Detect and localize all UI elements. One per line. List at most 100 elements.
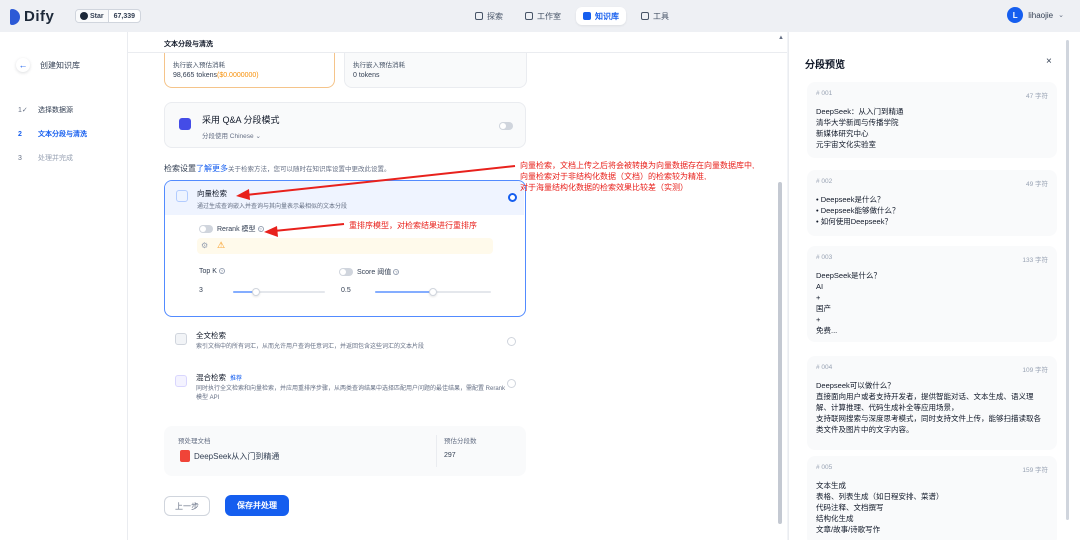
left-sidebar: ← 创建知识库 1✓ 选择数据源 2 文本分段与清洗 3 处理并完成	[0, 32, 128, 540]
hybrid-icon	[175, 375, 187, 387]
qa-icon	[179, 118, 191, 130]
segment-card: # 003 133 字符 DeepSeek是什么？ AI + 国产 + 免费...	[807, 246, 1057, 342]
step-item: 3 处理并完成	[18, 146, 87, 170]
segment-id: # 003	[816, 254, 833, 261]
nav-tools-label: 工具	[653, 11, 669, 21]
segment-chars: 109 字符	[1022, 367, 1048, 374]
github-icon	[80, 12, 88, 20]
main-nav: 探索 工作室 知识库 工具	[468, 7, 676, 25]
segment-text: DeepSeek：从入门到精通 清华大学新闻与传播学院 新媒体研究中心 元宇宙文…	[816, 107, 904, 149]
segment-count: 297	[444, 452, 456, 459]
qa-language-select[interactable]: 分段使用 Chinese ⌄	[202, 130, 261, 140]
close-icon[interactable]: ×	[1046, 56, 1052, 67]
user-name: lihaojie	[1028, 10, 1054, 20]
nav-studio-label: 工作室	[537, 11, 561, 21]
warning-icon: ⚠	[217, 240, 226, 250]
estimate-label: 执行嵌入预估消耗	[353, 62, 405, 69]
score-value[interactable]: 0.5	[341, 287, 351, 294]
avatar: L	[1007, 7, 1024, 23]
hybrid-search-option[interactable]: 混合检索 推荐 同时执行全文检索和向量检索，并应用重排序步骤，从两类查询结果中选择…	[164, 365, 526, 407]
hybrid-description: 同时执行全文检索和向量检索，并应用重排序步骤，从两类查询结果中选择匹配用户问题的…	[196, 386, 506, 401]
topk-slider[interactable]	[233, 288, 325, 296]
step-label: 文本分段与清洗	[38, 131, 87, 138]
segment-chars: 133 字符	[1022, 257, 1048, 264]
fulltext-icon	[175, 333, 187, 345]
score-slider[interactable]	[375, 288, 491, 296]
estimate-label: 执行嵌入预估消耗	[173, 62, 225, 69]
vector-description: 通过生成查询嵌入并查询与其向量表示最相似的文本分段	[197, 204, 348, 210]
step-list: 1✓ 选择数据源 2 文本分段与清洗 3 处理并完成	[18, 98, 87, 170]
nav-tools[interactable]: 工具	[634, 7, 676, 25]
retrieval-settings-heading: 检索设置了解更多关于检索方法，您可以随时在知识库设置中更改此设置。	[164, 164, 391, 173]
gear-icon: ⚙	[201, 241, 209, 250]
rerank-toggle[interactable]	[199, 225, 213, 233]
learn-more-link[interactable]: 了解更多	[196, 164, 228, 173]
hybrid-radio[interactable]	[507, 379, 516, 388]
github-star-button[interactable]: Star 67,339	[75, 9, 142, 23]
save-process-button[interactable]: 保存并处理	[225, 495, 289, 516]
preview-scrollbar[interactable]	[1066, 40, 1069, 520]
topk-value[interactable]: 3	[199, 287, 203, 294]
segment-id: # 005	[816, 464, 833, 471]
back-label: 创建知识库	[40, 60, 80, 70]
vector-search-option[interactable]: 向量检索 通过生成查询嵌入并查询与其向量表示最相似的文本分段 Rerank 模型…	[164, 180, 526, 317]
step-item: 1✓ 选择数据源	[18, 98, 87, 122]
nav-studio[interactable]: 工作室	[518, 7, 568, 25]
fulltext-search-option[interactable]: 全文检索 索引文档中的所有词汇，从而允许用户查询任意词汇，并返回包含这些词汇的文…	[164, 323, 526, 361]
segment-meta: # 003 133 字符	[816, 254, 1048, 264]
pdf-icon	[180, 450, 190, 462]
segment-meta: # 005 159 字符	[816, 464, 1048, 474]
recommended-badge: 推荐	[230, 376, 243, 382]
vector-annotation-line: 向量检索，文档上传之后将会被转换为向量数据存在向量数据库中,	[520, 161, 755, 170]
help-icon: ?	[218, 268, 225, 275]
score-threshold-label: Score 阈值?	[357, 269, 400, 276]
studio-icon	[525, 12, 533, 20]
prev-button[interactable]: 上一步	[164, 496, 210, 516]
fulltext-radio[interactable]	[507, 337, 516, 346]
topk-slider-thumb[interactable]	[252, 288, 260, 296]
rerank-warning: ⚙ ⚠	[197, 238, 493, 254]
qa-toggle[interactable]	[499, 122, 513, 130]
scroll-up-icon[interactable]: ▲	[778, 35, 784, 41]
score-slider-fill	[375, 291, 433, 293]
toolbox-icon	[641, 12, 649, 20]
chevron-down-icon: ⌄	[1058, 12, 1064, 19]
nav-explore[interactable]: 探索	[468, 7, 510, 25]
embedding-estimate-card-alt: 执行嵌入预估消耗 0 tokens	[344, 53, 527, 88]
main-content: 文本分段与清洗 ▲ 执行嵌入预估消耗 98,665 tokens($0.0000…	[128, 32, 787, 540]
fulltext-title: 全文检索	[196, 331, 226, 340]
dify-logo[interactable]: Dify	[10, 8, 54, 25]
embedding-estimate-card: 执行嵌入预估消耗 98,665 tokens($0.0000000)	[164, 53, 335, 88]
help-icon: ?	[393, 269, 400, 276]
segment-id: # 004	[816, 364, 833, 371]
vector-title: 向量检索	[197, 189, 227, 198]
hybrid-title: 混合检索 推荐	[196, 373, 243, 382]
segment-chars: 47 字符	[1025, 93, 1048, 100]
segment-id: # 001	[816, 90, 833, 97]
vector-radio[interactable]	[508, 193, 517, 202]
divider	[436, 435, 437, 467]
vector-annotation: 向量检索，文档上传之后将会被转换为向量数据存在向量数据库中, 向量检索对于非结构…	[520, 160, 754, 193]
nav-explore-label: 探索	[487, 11, 503, 21]
segment-text: 文本生成 表格、列表生成（如日程安排、菜谱） 代码注释、文档撰写 结构化生成 文…	[816, 481, 944, 534]
score-threshold-toggle[interactable]	[339, 268, 353, 276]
top-bar: Dify Star 67,339 探索 工作室 知识库 工具 L lihaoji…	[0, 0, 1080, 32]
main-scrollbar[interactable]	[778, 182, 782, 524]
nav-knowledge[interactable]: 知识库	[576, 7, 626, 25]
step-check: 1✓	[18, 107, 28, 114]
step-label: 选择数据源	[38, 107, 73, 114]
doc-select[interactable]: DeepSeek从入门到精通	[180, 450, 279, 462]
user-menu[interactable]: L lihaojie ⌄	[1007, 7, 1064, 23]
book-icon	[583, 12, 591, 20]
back-row[interactable]: ← 创建知识库	[16, 58, 80, 72]
nav-knowledge-label: 知识库	[595, 11, 619, 21]
segment-card: # 004 109 字符 Deepseek可以做什么？ 直接面向用户或者支持开发者…	[807, 356, 1057, 450]
step-number: 2	[18, 130, 22, 138]
segment-text: DeepSeek是什么？ AI + 国产 + 免费...	[816, 271, 882, 335]
segment-text: Deepseek可以做什么？ 直接面向用户或者支持开发者，提供智能对话、文本生成…	[816, 381, 1041, 434]
score-slider-thumb[interactable]	[429, 288, 437, 296]
segment-card: # 001 47 字符 DeepSeek：从入门到精通 清华大学新闻与传播学院 新…	[807, 82, 1057, 158]
segment-id: # 002	[816, 178, 833, 185]
vector-search-header: 向量检索 通过生成查询嵌入并查询与其向量表示最相似的文本分段	[165, 181, 524, 215]
arrow-left-icon[interactable]: ←	[16, 58, 30, 72]
